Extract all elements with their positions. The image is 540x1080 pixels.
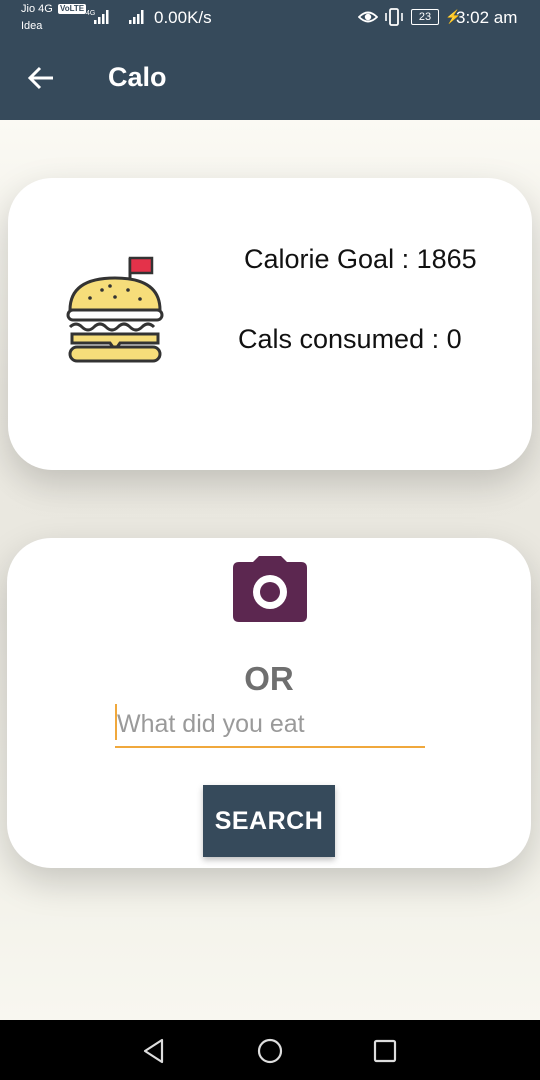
calories-consumed-label: Cals consumed : 0 — [238, 324, 462, 354]
app-title: Calo — [108, 62, 167, 92]
back-button[interactable] — [22, 60, 62, 96]
calorie-summary-card: Calorie Goal : 1865 Cals consumed : 0 — [8, 178, 532, 470]
clock: 3:02 am — [456, 8, 518, 27]
or-divider-label: OR — [244, 660, 294, 697]
nav-recents-icon — [373, 1039, 397, 1063]
signal-icon — [129, 10, 144, 24]
search-button[interactable]: SEARCH — [203, 785, 335, 857]
svg-text:4G: 4G — [86, 10, 95, 17]
nav-back-icon — [143, 1038, 164, 1064]
calorie-goal-label: Calorie Goal : 1865 — [244, 244, 477, 274]
vibrate-icon — [385, 8, 403, 26]
app-bar: Calo — [0, 36, 540, 120]
food-search-card: OR SEARCH — [7, 538, 531, 868]
burger-icon — [66, 256, 164, 363]
signal-icon: 4G — [86, 10, 109, 24]
nav-home-icon — [257, 1038, 283, 1064]
camera-button[interactable] — [231, 554, 309, 626]
volte-badge: VoLTE — [58, 4, 87, 14]
status-bar: Jio 4G VoLTE Idea 4G 0.00K/s 23 ⚡ 3:02 a… — [0, 0, 540, 36]
carrier-label-sim2: Idea — [21, 20, 43, 32]
nav-back-button[interactable] — [140, 1036, 170, 1066]
arrow-left-icon — [27, 66, 53, 90]
battery-icon: 23 — [411, 9, 439, 25]
system-nav-bar — [0, 1020, 540, 1080]
camera-icon — [233, 556, 307, 622]
network-speed: 0.00K/s — [154, 8, 212, 27]
text-cursor — [115, 704, 117, 740]
food-search-input[interactable] — [115, 702, 425, 748]
carrier-label-sim1: Jio 4G — [21, 3, 53, 15]
eye-icon — [358, 11, 378, 23]
nav-home-button[interactable] — [255, 1036, 285, 1066]
nav-recents-button[interactable] — [370, 1036, 400, 1066]
